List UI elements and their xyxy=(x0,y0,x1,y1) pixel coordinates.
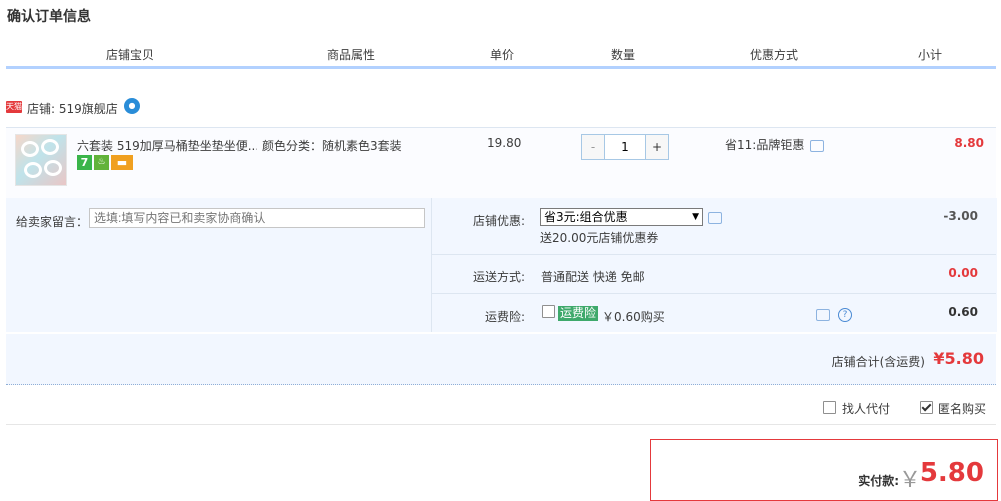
anonymous-checkbox[interactable] xyxy=(920,401,933,414)
extra-options-row: 找人代付 匿名购买 xyxy=(6,392,996,425)
dropdown-arrow-icon: ▼ xyxy=(692,212,699,222)
item-discount: 省11:品牌钜惠 xyxy=(725,136,825,153)
anonymous-label[interactable]: 匿名购买 xyxy=(938,400,986,417)
payment-summary: 实付款: ￥ 5.80 xyxy=(650,439,998,501)
unit-price: 19.80 xyxy=(487,136,522,150)
page-title: 确认订单信息 xyxy=(7,9,91,25)
service-icons: 7 ♨ ▬ xyxy=(77,155,135,171)
insurance-chat-icon[interactable] xyxy=(816,309,830,321)
col-header-item: 店铺宝贝 xyxy=(106,48,155,62)
quantity-increase-button[interactable]: + xyxy=(645,135,668,159)
shipping-amount: 0.00 xyxy=(948,266,978,280)
shipping-method: 普通配送 快递 免邮 xyxy=(541,270,645,284)
insurance-price: ￥0.60购买 xyxy=(602,310,665,324)
col-header-price: 单价 xyxy=(490,48,515,62)
warranty-icon[interactable]: ♨ xyxy=(94,155,109,170)
insurance-label: 运费险: xyxy=(484,310,525,324)
shop-name-link[interactable]: 店铺: 519旗舰店 xyxy=(27,100,118,117)
insurance-checkbox[interactable] xyxy=(542,305,555,318)
shop-total-label: 店铺合计(含运费) xyxy=(831,355,925,369)
product-name-link[interactable]: 六套装 519加厚马桶垫坐垫坐便... xyxy=(77,137,257,154)
payment-currency: ￥ xyxy=(898,468,921,493)
shop-discount-info-icon[interactable] xyxy=(708,212,722,224)
shop-discount-amount: -3.00 xyxy=(943,209,978,223)
payment-label: 实付款: xyxy=(858,474,899,488)
message-label: 给卖家留言： xyxy=(16,215,89,229)
help-icon[interactable]: ? xyxy=(838,308,852,322)
order-options-panel: 给卖家留言： 店铺优惠: 省3元:组合优惠▼ 送20.00元店铺优惠券 -3.0… xyxy=(6,198,997,332)
product-attribute: 颜色分类：随机素色3套装 xyxy=(262,139,402,153)
insurance-amount: 0.60 xyxy=(948,305,978,319)
col-header-discount: 优惠方式 xyxy=(750,48,799,62)
shop-total-value: ¥5.80 xyxy=(933,349,984,368)
seller-message-input[interactable] xyxy=(89,208,425,228)
coupon-note: 送20.00元店铺优惠券 xyxy=(540,231,659,245)
proxy-pay-label[interactable]: 找人代付 xyxy=(842,400,890,417)
discount-info-icon[interactable] xyxy=(810,139,825,152)
col-header-quantity: 数量 xyxy=(611,48,636,62)
shop-total-row: 店铺合计(含运费) ¥5.80 xyxy=(6,334,996,385)
quantity-stepper: - + xyxy=(581,134,669,160)
tmall-badge-icon: 天猫 xyxy=(6,101,22,113)
item-subtotal: 8.80 xyxy=(954,136,984,150)
col-header-subtotal: 小计 xyxy=(918,48,943,62)
quantity-decrease-button[interactable]: - xyxy=(582,135,605,159)
product-thumbnail[interactable] xyxy=(15,134,67,186)
insurance-tag: 运费险 xyxy=(558,306,599,321)
col-header-attribute: 商品属性 xyxy=(327,48,376,62)
seven-day-return-icon[interactable]: 7 xyxy=(77,155,92,170)
shop-discount-select[interactable]: 省3元:组合优惠 ▼ xyxy=(540,208,703,226)
column-headers: 店铺宝贝 商品属性 单价 数量 优惠方式 小计 xyxy=(6,40,996,64)
payment-amount: 5.80 xyxy=(919,458,984,488)
shop-discount-label: 店铺优惠: xyxy=(472,214,525,228)
header-divider xyxy=(6,66,996,69)
proxy-pay-checkbox[interactable] xyxy=(823,401,836,414)
order-item-row: 六套装 519加厚马桶垫坐垫坐便... 7 ♨ ▬ 颜色分类：随机素色3套装 19.… xyxy=(6,127,996,198)
credit-card-icon[interactable]: ▬ xyxy=(111,155,133,170)
quantity-input[interactable] xyxy=(605,135,645,159)
wangwang-chat-icon[interactable]: ● xyxy=(124,98,140,114)
shipping-label: 运送方式: xyxy=(472,270,525,284)
